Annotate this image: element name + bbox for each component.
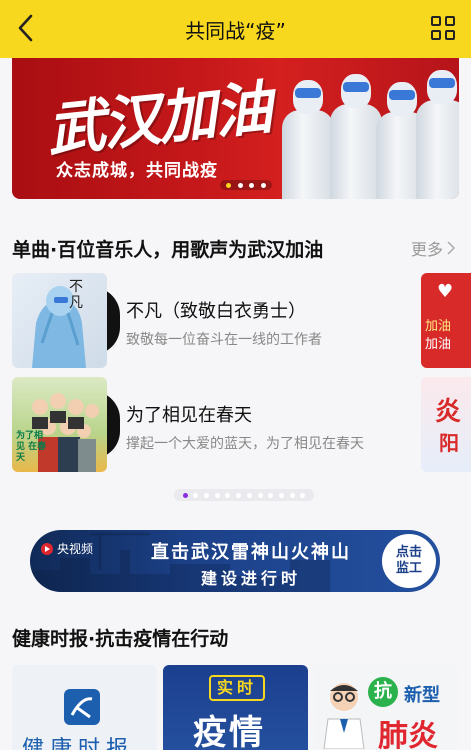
song-cover: 不凡: [12, 273, 107, 368]
pager-dot: [257, 492, 263, 498]
side-card-heart-icon: ♥: [437, 281, 454, 302]
health-card[interactable]: 实时 疫情: [163, 665, 308, 750]
health-section-title: 健康时报·抗击疫情在行动: [12, 628, 229, 650]
cctv-subline: 建设进行时: [200, 569, 301, 588]
music-section-title: 单曲·百位音乐人，用歌声为武汉加油: [12, 239, 324, 261]
top-bar: 共同战“疫”: [0, 0, 471, 58]
pager-dot: [204, 492, 210, 498]
side-card-partial[interactable]: ♥ 加油 加油: [421, 273, 471, 368]
grid-menu-button[interactable]: [429, 14, 459, 44]
side-card-text: 炎: [435, 397, 462, 427]
song-item[interactable]: 为了相见 在春天 为了相见在春天 撑起一个大爱的蓝天，为了相见在春天: [0, 377, 420, 473]
health-times-logo: [64, 689, 100, 725]
health-card-line2: 肺炎: [378, 719, 438, 750]
banner-carousel-dots: [220, 180, 272, 190]
more-link[interactable]: 更多: [411, 236, 455, 260]
song-item[interactable]: 不凡 不凡（致敬白衣勇士） 致敬每一位奋斗在一线的工作者: [0, 273, 420, 369]
health-badge: 抗: [368, 677, 398, 707]
song-desc: 撑起一个大爱的蓝天，为了相见在春天: [126, 436, 364, 452]
cctv-logo-icon: [41, 542, 53, 555]
song-cover: 为了相见 在春天: [12, 377, 107, 472]
health-card[interactable]: 健康时报: [12, 665, 157, 750]
carousel-dot-active: [226, 182, 232, 188]
pager-dot: [278, 492, 284, 498]
song-title: 为了相见在春天: [126, 405, 252, 426]
pager-dot: [300, 492, 306, 498]
health-card[interactable]: 抗 新型 肺炎: [314, 665, 459, 750]
more-label: 更多: [410, 240, 443, 259]
carousel-dot: [237, 182, 243, 188]
side-card-text: 加油: [425, 319, 452, 334]
watch-live-label: 点击 监工: [395, 545, 422, 576]
health-card-text: 健康时报: [22, 737, 135, 750]
pager-dot: [214, 492, 220, 498]
carousel-dot: [260, 182, 266, 188]
page-title: 共同战“疫”: [185, 19, 286, 43]
cctv-live-banner[interactable]: 央视频 直击武汉雷神山火神山 建设进行时 点击 监工: [30, 530, 440, 592]
pager-dot: [236, 492, 242, 498]
pager-dot-active: [182, 492, 188, 498]
song-title: 不凡（致敬白衣勇士）: [126, 301, 306, 322]
hero-banner[interactable]: 武汉加油 众志成城，共同战疫: [12, 58, 459, 199]
health-card-top: 实时: [209, 675, 265, 701]
pager-dot: [289, 492, 295, 498]
medic-illustration: [32, 286, 86, 368]
cctv-logo-text: 央视频: [57, 542, 94, 556]
pager-dot: [193, 492, 199, 498]
watch-live-button[interactable]: 点击 监工: [382, 534, 436, 588]
side-card-text: 加油: [425, 337, 452, 352]
grid-icon: [431, 16, 441, 26]
health-card-main: 疫情: [193, 713, 265, 750]
song-pager-dots: [174, 489, 314, 501]
cctv-logo: 央视频: [40, 540, 93, 557]
pager-dot: [225, 492, 231, 498]
carousel-dot: [249, 182, 255, 188]
doctor-illustration: [323, 683, 365, 749]
cctv-headline: 直击武汉雷神山火神山: [151, 542, 351, 563]
song-desc: 致敬每一位奋斗在一线的工作者: [126, 332, 322, 348]
banner-headline: 武汉加油: [43, 73, 274, 165]
side-card-partial[interactable]: 炎 阳: [421, 377, 471, 472]
banner-subtitle: 众志成城，共同战疫: [56, 161, 218, 181]
cover-title: 为了相见 在春天: [16, 431, 47, 463]
cover-title: 不凡: [69, 279, 83, 311]
pager-dot: [268, 492, 274, 498]
pager-dot: [246, 492, 252, 498]
health-card-line1: 新型: [404, 685, 440, 706]
chevron-right-icon: [447, 241, 455, 255]
side-card-text: 阳: [439, 431, 459, 455]
